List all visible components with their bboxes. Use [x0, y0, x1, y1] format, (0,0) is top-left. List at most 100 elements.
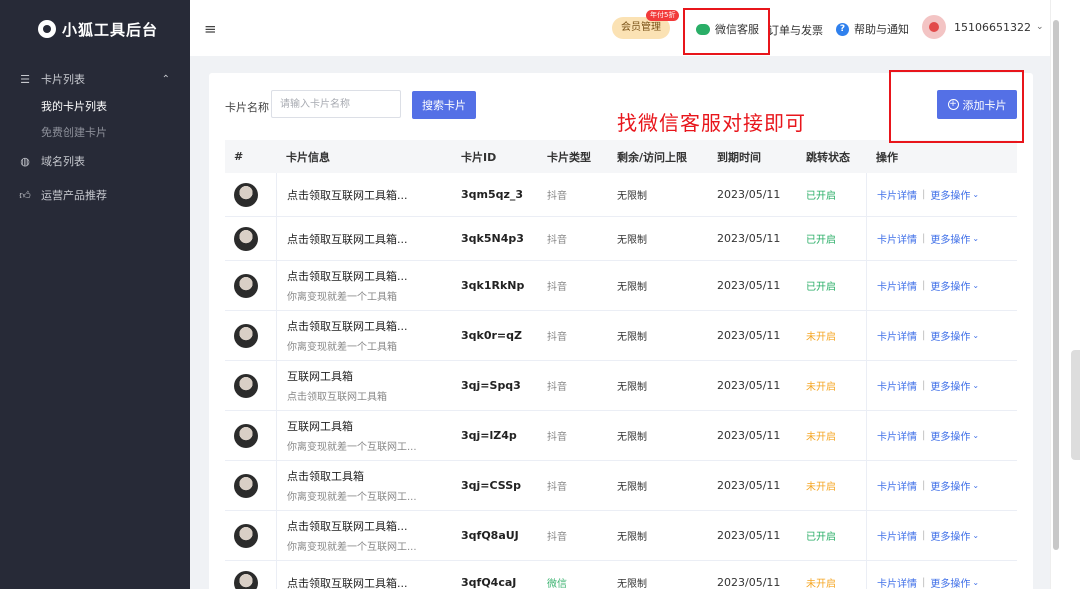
card-detail-link[interactable]: 卡片详情 [877, 278, 917, 293]
more-actions-dropdown[interactable]: 更多操作 [930, 187, 970, 202]
card-title: 互联网工具箱 [287, 420, 353, 433]
cell-actions: 卡片详情 | 更多操作 ⌄ [866, 261, 1017, 310]
more-actions-dropdown[interactable]: 更多操作 [930, 278, 970, 293]
card-limit: 无限制 [617, 191, 647, 202]
card-detail-link[interactable]: 卡片详情 [877, 428, 917, 443]
status-badge: 已开启 [806, 191, 836, 202]
col-header-info: 卡片信息 [286, 150, 330, 164]
card-type: 抖音 [547, 482, 567, 493]
table-row: 点击领取互联网工具箱... 3qm5qz_3 抖音 无限制 2023/05/11 已开启 卡… [225, 173, 1017, 217]
cell-expire: 2023/05/11 [707, 361, 796, 410]
card-limit: 无限制 [617, 579, 647, 589]
col-header-type: 卡片类型 [547, 150, 591, 164]
card-type: 抖音 [547, 332, 567, 343]
card-detail-link[interactable]: 卡片详情 [877, 187, 917, 202]
card-id: 3qj=CSSp [461, 479, 522, 492]
separator: | [922, 430, 926, 441]
card-detail-link[interactable]: 卡片详情 [877, 378, 917, 393]
separator: | [922, 380, 926, 391]
cell-status: 未开启 [796, 311, 866, 360]
card-limit: 无限制 [617, 235, 647, 246]
sidebar-item-card-list[interactable]: ☰ 卡片列表 ⌃ [0, 64, 190, 94]
card-avatar [234, 473, 258, 498]
more-actions-dropdown[interactable]: 更多操作 [930, 478, 970, 493]
card-type: 抖音 [547, 382, 567, 393]
separator: | [922, 480, 926, 491]
card-expire-date: 2023/05/11 [717, 479, 781, 492]
card-limit: 无限制 [617, 482, 647, 493]
cell-info: 点击领取互联网工具箱... 你离变现就差一个互联网工... [276, 511, 451, 560]
sidebar-item-label: 域名列表 [41, 155, 85, 168]
cell-actions: 卡片详情 | 更多操作 ⌄ [866, 361, 1017, 410]
card-detail-link[interactable]: 卡片详情 [877, 231, 917, 246]
chevron-down-icon: ⌄ [972, 531, 980, 540]
more-actions-dropdown[interactable]: 更多操作 [930, 575, 970, 589]
cell-info: 互联网工具箱 点击领取互联网工具箱 [276, 361, 451, 410]
card-detail-link[interactable]: 卡片详情 [877, 528, 917, 543]
card-title: 互联网工具箱 [287, 370, 353, 383]
cell-status: 未开启 [796, 561, 866, 589]
main-content: 卡片名称 搜索卡片 找微信客服对接即可 + 添加卡片 # 卡片信息 卡片ID 卡… [209, 73, 1033, 589]
status-badge: 未开启 [806, 382, 836, 393]
menu-toggle-icon[interactable]: ≡ [204, 20, 217, 38]
separator: | [922, 280, 926, 291]
cell-type: 抖音 [537, 261, 607, 310]
orders-invoices-link[interactable]: 订单与发票 [768, 22, 823, 38]
chevron-down-icon: ⌄ [972, 281, 980, 290]
cell-expire: 2023/05/11 [707, 217, 796, 260]
sidebar-subitem-my-cards[interactable]: 我的卡片列表 [0, 94, 190, 120]
cell-actions: 卡片详情 | 更多操作 ⌄ [866, 461, 1017, 510]
cell-expire: 2023/05/11 [707, 173, 796, 216]
more-actions-dropdown[interactable]: 更多操作 [930, 528, 970, 543]
cell-type: 抖音 [537, 361, 607, 410]
search-input[interactable] [271, 90, 401, 118]
status-badge: 已开启 [806, 532, 836, 543]
col-header-index: # [234, 150, 244, 163]
separator: | [922, 233, 926, 244]
cell-expire: 2023/05/11 [707, 561, 796, 589]
card-detail-link[interactable]: 卡片详情 [877, 328, 917, 343]
card-expire-date: 2023/05/11 [717, 429, 781, 442]
card-detail-link[interactable]: 卡片详情 [877, 478, 917, 493]
status-badge: 已开启 [806, 235, 836, 246]
cell-id: 3qm5qz_3 [451, 173, 537, 216]
card-expire-date: 2023/05/11 [717, 329, 781, 342]
card-avatar [234, 323, 258, 348]
card-limit: 无限制 [617, 532, 647, 543]
card-limit: 无限制 [617, 332, 647, 343]
annotation-text: 找微信客服对接即可 [617, 111, 806, 135]
cell-type: 抖音 [537, 511, 607, 560]
card-title: 点击领取互联网工具箱... [287, 188, 408, 202]
table-row: 点击领取互联网工具箱... 你离变现就差一个互联网工... 3qfQ8aUJ 抖音 无限… [225, 511, 1017, 561]
help-notify-button[interactable]: ? 帮助与通知 [836, 21, 909, 37]
card-expire-date: 2023/05/11 [717, 576, 781, 589]
cell-id: 3qk0r=qZ [451, 311, 537, 360]
user-menu[interactable]: 15106651322 ⌄ [922, 15, 1044, 39]
list-icon: ☰ [20, 72, 30, 86]
sidebar-item-recommend[interactable]: 👍︎ 运营产品推荐 [0, 180, 190, 210]
more-actions-dropdown[interactable]: 更多操作 [930, 231, 970, 246]
chevron-down-icon: ⌄ [972, 234, 980, 243]
table-row: 点击领取互联网工具箱... 你离变现就差一个工具箱 3qk1RkNp 抖音 无限制 202… [225, 261, 1017, 311]
app-logo[interactable]: 小狐工具后台 [0, 0, 190, 58]
table-row: 互联网工具箱 你离变现就差一个互联网工... 3qj=lZ4p 抖音 无限制 2023/0… [225, 411, 1017, 461]
cell-status: 未开启 [796, 411, 866, 460]
table-body: 点击领取互联网工具箱... 3qm5qz_3 抖音 无限制 2023/05/11 已开启卡… [225, 173, 1017, 589]
side-panel-handle[interactable] [1071, 350, 1080, 460]
cell-limit: 无限制 [607, 561, 707, 589]
scrollbar-thumb[interactable] [1053, 20, 1059, 550]
table-row: 互联网工具箱 点击领取互联网工具箱 3qj=Spq3 抖音 无限制 2023/05/11 未… [225, 361, 1017, 411]
card-detail-link[interactable]: 卡片详情 [877, 575, 917, 589]
search-button[interactable]: 搜索卡片 [412, 91, 476, 119]
cell-status: 未开启 [796, 361, 866, 410]
more-actions-dropdown[interactable]: 更多操作 [930, 328, 970, 343]
cell-actions: 卡片详情 | 更多操作 ⌄ [866, 173, 1017, 216]
sidebar-item-domains[interactable]: ◍ 域名列表 [0, 146, 190, 176]
more-actions-dropdown[interactable]: 更多操作 [930, 378, 970, 393]
cell-limit: 无限制 [607, 311, 707, 360]
cell-type: 微信 [537, 561, 607, 589]
sidebar-subitem-free-create[interactable]: 免费创建卡片 [0, 120, 190, 146]
card-limit: 无限制 [617, 382, 647, 393]
more-actions-dropdown[interactable]: 更多操作 [930, 428, 970, 443]
help-label: 帮助与通知 [854, 23, 909, 36]
